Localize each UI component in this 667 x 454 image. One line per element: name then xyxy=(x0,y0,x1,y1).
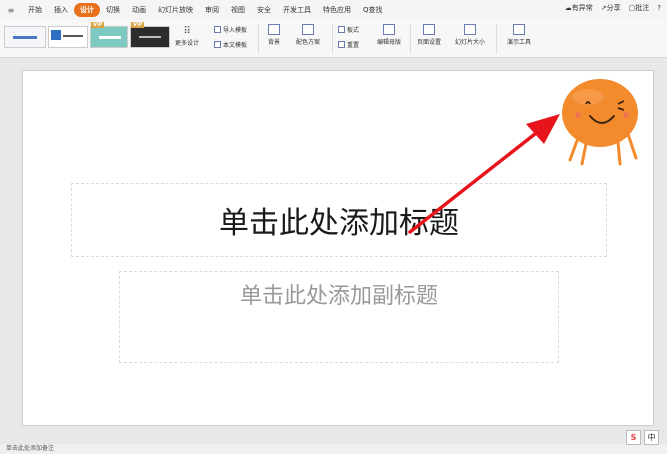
tab-insert[interactable]: 插入 xyxy=(48,3,74,17)
tab-security[interactable]: 安全 xyxy=(251,3,277,17)
text-template-button[interactable]: 本文模板 xyxy=(214,40,247,49)
presenter-icon xyxy=(513,24,525,35)
design-ribbon: VIP VIP ⠿ 更多设计 导入模板 本文模板 背景 配色方案 板式 重置 编… xyxy=(0,20,667,58)
search-tab[interactable]: Q查找 xyxy=(357,3,389,17)
title-placeholder[interactable]: 单击此处添加标题 xyxy=(71,183,607,257)
tab-transition[interactable]: 切换 xyxy=(100,3,126,17)
tab-animation[interactable]: 动画 xyxy=(126,3,152,17)
title-placeholder-text: 单击此处添加标题 xyxy=(219,206,459,241)
design-thumbnail-3[interactable]: VIP xyxy=(90,22,128,48)
ribbon-divider xyxy=(332,24,333,54)
text-template-icon xyxy=(214,41,221,48)
grid-icon: ⠿ xyxy=(183,26,191,37)
help-button[interactable]: ? xyxy=(657,4,661,12)
tab-home[interactable]: 开始 xyxy=(22,3,48,17)
share-button[interactable]: ↗分享 xyxy=(601,3,621,13)
presentation-app: ≡ 开始 插入 设计 切换 动画 幻灯片放映 审阅 视图 安全 开发工具 特色应… xyxy=(0,0,667,454)
reset-icon xyxy=(338,41,345,48)
menu-toggle-icon[interactable]: ≡ xyxy=(0,6,22,15)
background-icon xyxy=(268,24,280,35)
changes-button[interactable]: ☁有异常 xyxy=(565,3,593,13)
tab-slideshow[interactable]: 幻灯片放映 xyxy=(152,3,199,17)
comment-button[interactable]: ▢批注 xyxy=(629,3,650,13)
ribbon-divider xyxy=(496,24,497,54)
presenter-tools-button[interactable]: 演示工具 xyxy=(500,24,538,46)
menu-right-tools: ☁有异常 ↗分享 ▢批注 ? xyxy=(565,3,661,13)
notes-placeholder: 单击此处添加备注 xyxy=(6,445,55,452)
page-setup-icon xyxy=(423,24,435,35)
tab-view[interactable]: 视图 xyxy=(225,3,251,17)
tab-features[interactable]: 特色应用 xyxy=(317,3,357,17)
subtitle-placeholder[interactable]: 单击此处添加副标题 xyxy=(119,271,559,363)
tab-design[interactable]: 设计 xyxy=(74,3,100,17)
background-button[interactable]: 背景 xyxy=(262,24,286,46)
vip-badge: VIP xyxy=(91,22,105,28)
tab-review[interactable]: 审阅 xyxy=(199,3,225,17)
subtitle-placeholder-text: 单击此处添加副标题 xyxy=(239,284,438,309)
menu-bar: ≡ 开始 插入 设计 切换 动画 幻灯片放映 审阅 视图 安全 开发工具 特色应… xyxy=(0,0,667,20)
edit-master-button[interactable]: 编辑母版 xyxy=(372,24,406,46)
slide-size-button[interactable]: 幻灯片大小 xyxy=(448,24,492,46)
master-icon xyxy=(383,24,395,35)
ribbon-divider xyxy=(410,24,411,54)
more-designs-button[interactable]: ⠿ 更多设计 xyxy=(172,26,202,47)
import-template-button[interactable]: 导入模板 xyxy=(214,25,247,34)
ime-language-toggle[interactable]: 中 xyxy=(644,430,659,445)
ribbon-divider xyxy=(258,24,259,54)
color-scheme-button[interactable]: 配色方案 xyxy=(290,24,326,46)
reset-button[interactable]: 重置 xyxy=(338,40,359,49)
slide-size-icon xyxy=(464,24,476,35)
layout-icon xyxy=(338,26,345,33)
design-thumbnail-2[interactable] xyxy=(48,26,88,48)
design-thumbnail-1[interactable] xyxy=(4,26,46,48)
notes-bar[interactable]: 单击此处添加备注 xyxy=(0,444,667,454)
slide-canvas[interactable]: 单击此处添加标题 单击此处添加副标题 xyxy=(22,70,654,426)
cloud-icon: ☁ xyxy=(564,4,572,12)
layout-button[interactable]: 板式 xyxy=(338,25,359,34)
sogou-logo-icon[interactable]: S xyxy=(626,430,641,445)
tab-developer[interactable]: 开发工具 xyxy=(277,3,317,17)
ime-indicator: S 中 xyxy=(626,430,659,445)
color-scheme-icon xyxy=(302,24,314,35)
vip-badge: VIP xyxy=(131,22,145,28)
slide-workspace: 单击此处添加标题 单击此处添加副标题 xyxy=(0,58,667,454)
page-setup-button[interactable]: 页面设置 xyxy=(412,24,446,46)
design-thumbnail-4[interactable]: VIP xyxy=(130,22,170,48)
import-icon xyxy=(214,26,221,33)
